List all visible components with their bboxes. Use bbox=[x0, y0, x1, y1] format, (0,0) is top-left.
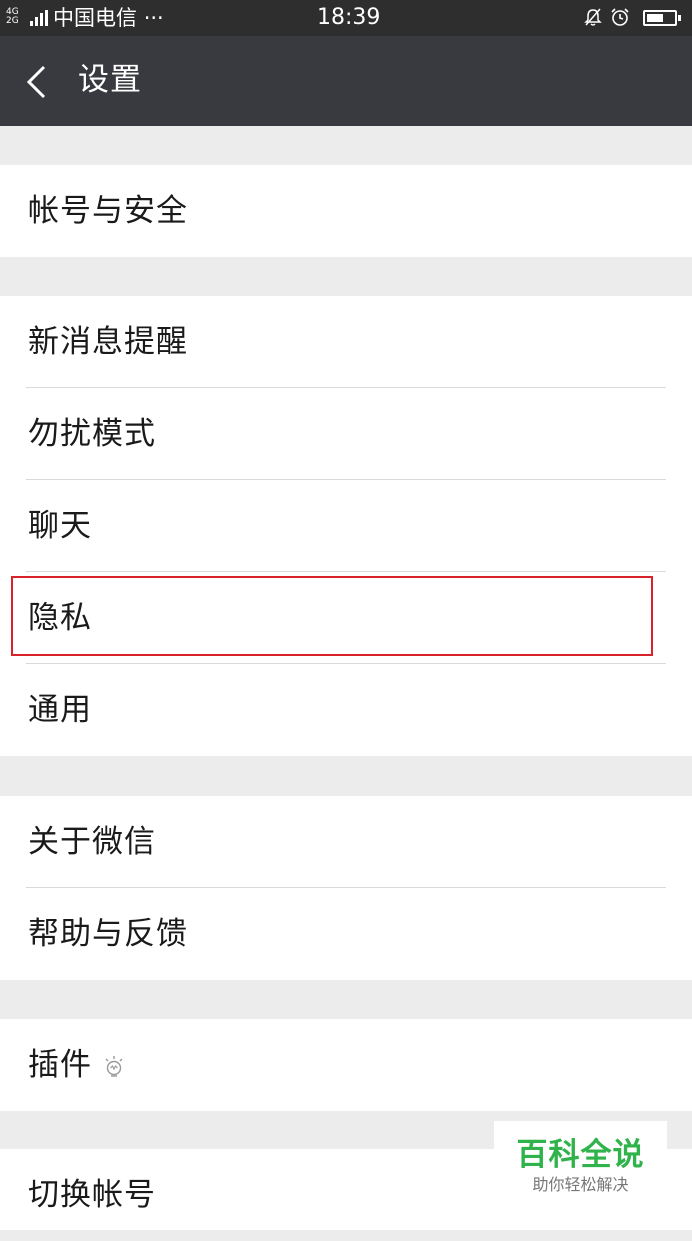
battery-icon bbox=[643, 10, 681, 26]
mute-bell-icon bbox=[584, 8, 602, 26]
navigation-bar: 设置 bbox=[0, 36, 692, 126]
status-bar: 4G 2G 中国电信 ··· 18:39 bbox=[0, 0, 692, 36]
clock: 18:39 bbox=[317, 5, 381, 30]
settings-item-chats[interactable]: 聊天 bbox=[0, 480, 692, 572]
signal-icon bbox=[30, 10, 48, 26]
settings-item-label: 新消息提醒 bbox=[28, 324, 188, 360]
more-indicator: ··· bbox=[143, 6, 164, 30]
settings-item-plugins[interactable]: 插件 bbox=[0, 1019, 692, 1111]
settings-group-plugins: 插件 bbox=[0, 1019, 692, 1111]
lightbulb-icon bbox=[105, 1056, 123, 1077]
settings-group-account: 帐号与安全 bbox=[0, 165, 692, 257]
settings-item-label: 关于微信 bbox=[28, 824, 156, 860]
settings-item-label: 聊天 bbox=[28, 508, 92, 544]
settings-item-label: 帐号与安全 bbox=[28, 193, 188, 229]
chevron-left-icon[interactable] bbox=[24, 64, 48, 100]
alarm-icon bbox=[611, 8, 629, 26]
watermark-title: 百科全说 bbox=[516, 1137, 645, 1173]
settings-item-about-wechat[interactable]: 关于微信 bbox=[0, 796, 692, 888]
network-type-2g: 2G bbox=[6, 16, 19, 26]
watermark-subtitle: 助你轻松解决 bbox=[532, 1175, 629, 1194]
settings-item-label: 勿扰模式 bbox=[28, 416, 156, 452]
watermark-logo: 百科全说 助你轻松解决 bbox=[494, 1121, 667, 1209]
settings-group-about: 关于微信 帮助与反馈 bbox=[0, 796, 692, 980]
settings-item-label: 隐私 bbox=[28, 600, 92, 636]
settings-item-label: 插件 bbox=[28, 1047, 92, 1083]
page-title: 设置 bbox=[78, 62, 142, 98]
settings-item-help-feedback[interactable]: 帮助与反馈 bbox=[0, 888, 692, 980]
carrier-label: 中国电信 bbox=[53, 6, 137, 30]
settings-group-preferences: 新消息提醒 勿扰模式 聊天 隐私 通用 bbox=[0, 296, 692, 756]
settings-item-privacy[interactable]: 隐私 bbox=[0, 572, 692, 664]
settings-item-general[interactable]: 通用 bbox=[0, 664, 692, 756]
settings-item-label: 通用 bbox=[28, 692, 92, 728]
network-type-indicator: 4G 2G bbox=[6, 8, 19, 26]
settings-item-label: 帮助与反馈 bbox=[28, 916, 188, 952]
settings-item-label: 切换帐号 bbox=[28, 1177, 156, 1213]
settings-item-account-security[interactable]: 帐号与安全 bbox=[0, 165, 692, 257]
settings-item-do-not-disturb[interactable]: 勿扰模式 bbox=[0, 388, 692, 480]
settings-item-notifications[interactable]: 新消息提醒 bbox=[0, 296, 692, 388]
carrier-name: 中国电信 ··· bbox=[53, 6, 164, 30]
